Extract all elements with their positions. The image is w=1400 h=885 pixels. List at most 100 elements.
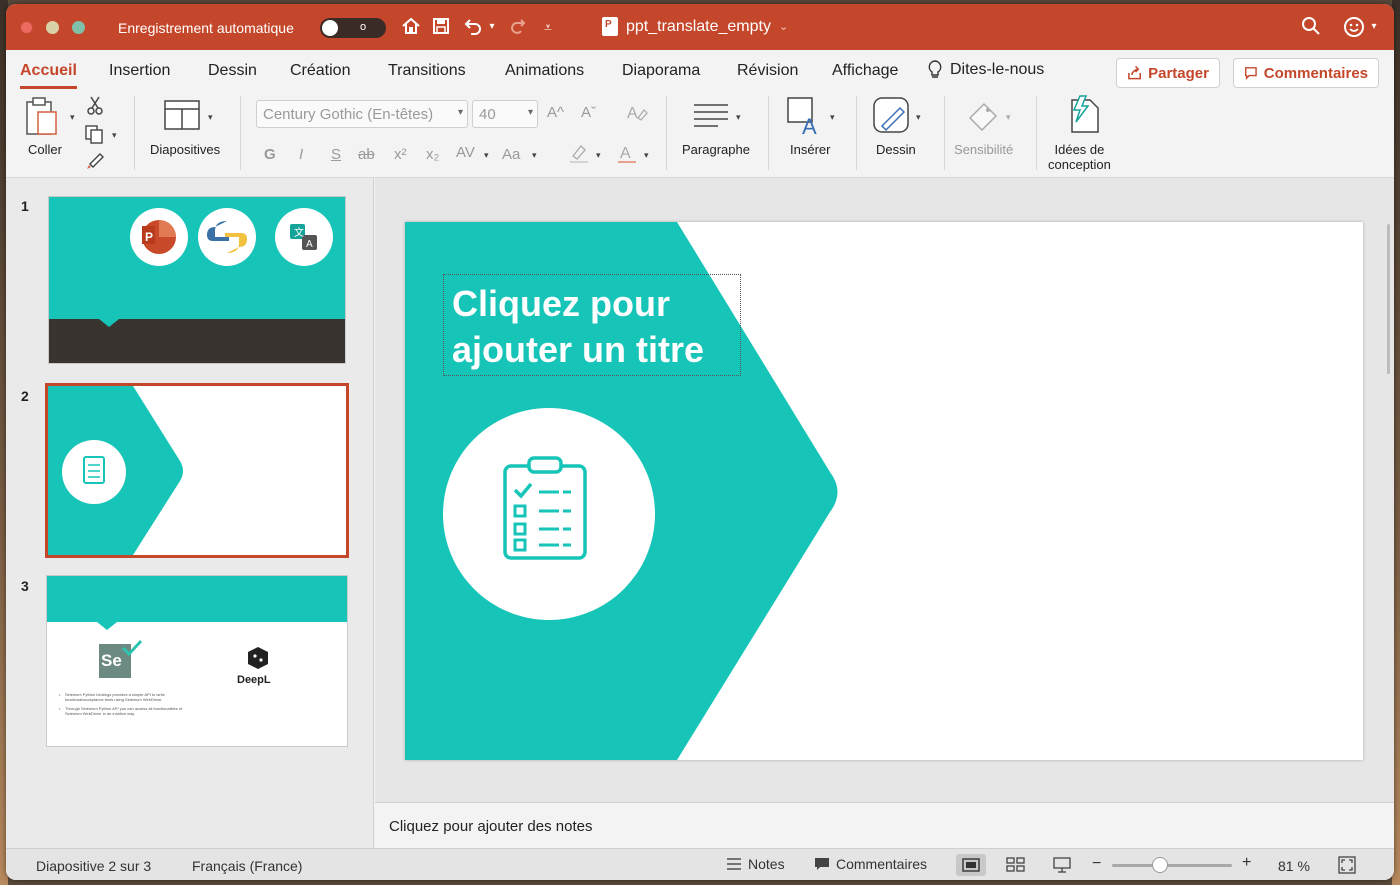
customize-toolbar-icon[interactable]: ⩡	[540, 16, 556, 38]
comments-toggle-button[interactable]: Commentaires	[814, 856, 927, 872]
font-size-select[interactable]: 40 ▾	[472, 100, 538, 128]
insert-shape-icon[interactable]: A	[786, 96, 826, 141]
paragraph-dropdown-icon[interactable]: ▾	[736, 112, 741, 123]
toggle-knob	[322, 20, 338, 36]
zoom-in-icon[interactable]: +	[1242, 854, 1251, 872]
title-placeholder[interactable]: Cliquez pour ajouter un titre	[443, 274, 741, 376]
sensitivity-dropdown-icon[interactable]: ▾	[1006, 112, 1011, 123]
tab-diaporama[interactable]: Diaporama	[622, 62, 700, 80]
redo-icon[interactable]	[506, 16, 528, 38]
chevron-down-icon[interactable]: ▾	[532, 150, 537, 161]
document-title[interactable]: ppt_translate_empty ⌄	[602, 17, 788, 36]
tab-insertion[interactable]: Insertion	[109, 62, 170, 80]
zoom-slider-handle[interactable]	[1152, 857, 1168, 873]
superscript-button[interactable]: x²	[394, 146, 407, 163]
current-slide[interactable]: Cliquez pour ajouter un titre	[405, 222, 1363, 760]
copy-dropdown-icon[interactable]: ▾	[112, 130, 117, 141]
svg-text:A: A	[802, 114, 817, 136]
paste-button[interactable]	[24, 96, 68, 138]
chevron-down-icon[interactable]: ▾	[644, 150, 649, 161]
design-ideas-label-line2: conception	[1048, 157, 1111, 172]
grow-font-icon[interactable]: A^	[547, 104, 564, 121]
underline-button[interactable]: S	[331, 146, 341, 163]
insert-label[interactable]: Insérer	[790, 142, 830, 157]
zoom-out-icon[interactable]: −	[1092, 855, 1101, 873]
cut-icon[interactable]	[86, 96, 104, 121]
draw-icon[interactable]	[872, 96, 912, 141]
shrink-font-icon[interactable]: Aˇ	[581, 104, 596, 121]
copy-icon[interactable]	[84, 124, 104, 149]
zoom-level[interactable]: 81 %	[1278, 858, 1310, 874]
paragraph-align-icon[interactable]	[692, 102, 730, 133]
powerpoint-window: Enregistrement automatique o ▾ ⩡ ppt_tra…	[6, 4, 1394, 880]
clear-formatting-icon[interactable]: A	[626, 102, 648, 127]
draw-dropdown-icon[interactable]: ▾	[916, 112, 921, 123]
character-spacing-button[interactable]: AV	[456, 144, 475, 161]
chevron-down-icon[interactable]: ▾	[596, 150, 601, 161]
change-case-button[interactable]: Aa	[502, 146, 520, 163]
slide-thumbnail-3[interactable]: Se DeepL • Selenium Python bindings provi…	[46, 575, 348, 747]
bold-button[interactable]: G	[264, 146, 276, 163]
paragraph-label[interactable]: Paragraphe	[682, 142, 750, 157]
normal-view-button[interactable]	[956, 854, 986, 876]
font-size-value: 40	[479, 106, 496, 123]
zoom-slider-track[interactable]	[1112, 864, 1232, 867]
design-ideas-icon[interactable]	[1066, 94, 1102, 139]
bullet-text: Selenium Python bindings provides a simp…	[65, 692, 165, 702]
chevron-down-icon[interactable]: ▾	[484, 150, 489, 161]
fit-to-window-icon[interactable]	[1338, 856, 1356, 874]
autosave-toggle[interactable]: o	[320, 18, 386, 38]
draw-label[interactable]: Dessin	[876, 142, 916, 157]
bullet-item: • Through Selenium Python API you can acc…	[59, 706, 185, 716]
window-close-button[interactable]	[20, 21, 33, 34]
vertical-scrollbar[interactable]	[1387, 224, 1390, 374]
search-icon[interactable]	[1300, 16, 1322, 38]
notes-toggle-button[interactable]: Notes	[726, 856, 785, 872]
language-indicator[interactable]: Français (France)	[192, 858, 302, 874]
title-placeholder-text: Cliquez pour ajouter un titre	[452, 281, 742, 373]
slide-layout-icon[interactable]	[164, 100, 200, 135]
paste-dropdown-icon[interactable]: ▾	[70, 112, 75, 123]
home-icon[interactable]	[400, 16, 422, 38]
tab-animations[interactable]: Animations	[505, 62, 584, 80]
window-minimize-button[interactable]	[46, 21, 59, 34]
tab-accueil[interactable]: Accueil	[20, 62, 77, 89]
tab-revision[interactable]: Révision	[737, 62, 798, 80]
notes-pane[interactable]: Cliquez pour ajouter des notes	[375, 802, 1394, 846]
font-name-value: Century Gothic (En-têtes)	[263, 106, 434, 123]
sensitivity-label[interactable]: Sensibilité	[954, 142, 1013, 157]
svg-text:A: A	[627, 105, 638, 122]
tab-affichage[interactable]: Affichage	[832, 62, 898, 80]
strikethrough-button[interactable]: ab	[358, 146, 375, 163]
undo-icon[interactable]	[462, 16, 484, 38]
italic-button[interactable]: I	[299, 146, 303, 163]
slide-3-bullets: • Selenium Python bindings provides a sim…	[59, 692, 185, 716]
insert-dropdown-icon[interactable]: ▾	[830, 112, 835, 123]
slide-thumbnail-2[interactable]	[45, 383, 349, 558]
font-name-select[interactable]: Century Gothic (En-têtes) ▾	[256, 100, 468, 128]
subscript-button[interactable]: x₂	[426, 146, 439, 163]
feedback-dropdown-icon[interactable]: ▾	[1368, 16, 1380, 38]
design-ideas-label[interactable]: Idées de conception	[1048, 142, 1111, 172]
lightbulb-icon	[928, 60, 942, 78]
slides-label[interactable]: Diapositives	[150, 142, 220, 157]
feedback-smiley-icon[interactable]	[1342, 16, 1366, 38]
tab-dessin[interactable]: Dessin	[208, 62, 257, 80]
sensitivity-icon[interactable]	[966, 98, 1002, 139]
slide-sorter-icon[interactable]	[1006, 857, 1026, 873]
window-maximize-button[interactable]	[72, 21, 85, 34]
document-name: ppt_translate_empty	[626, 17, 771, 35]
presenter-view-icon[interactable]	[1052, 857, 1072, 873]
slides-dropdown-icon[interactable]: ▾	[208, 112, 213, 123]
highlight-color-icon[interactable]	[568, 142, 590, 169]
tell-me-box[interactable]: Dites-le-nous	[928, 60, 1044, 80]
comments-button[interactable]: Commentaires	[1233, 58, 1379, 88]
save-icon[interactable]	[430, 16, 452, 38]
tab-transitions[interactable]: Transitions	[388, 62, 466, 80]
slide-thumbnail-1[interactable]: P 文 A	[48, 196, 346, 364]
font-color-icon[interactable]: A	[616, 142, 638, 169]
undo-dropdown-icon[interactable]: ▾	[486, 16, 498, 38]
format-painter-icon[interactable]	[86, 150, 106, 175]
tab-creation[interactable]: Création	[290, 62, 350, 80]
share-button[interactable]: Partager	[1116, 58, 1220, 88]
